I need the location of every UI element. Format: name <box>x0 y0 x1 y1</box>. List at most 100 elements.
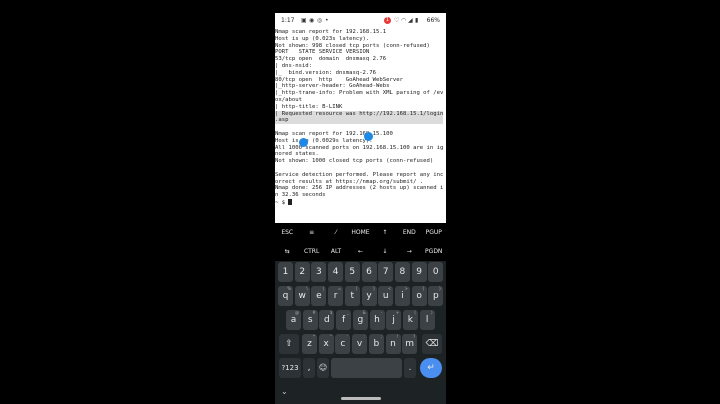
letter-key[interactable]: y] <box>361 286 377 306</box>
key-label: w <box>298 291 306 301</box>
key-label: u <box>382 291 389 301</box>
key-label: l <box>425 315 429 325</box>
touch-indicator <box>299 138 308 147</box>
extra-key[interactable]: HOME <box>348 223 372 242</box>
letter-key[interactable]: j + <box>386 310 402 330</box>
letter-key[interactable]: v: <box>352 334 368 354</box>
key-hint: " <box>329 334 332 339</box>
emoji-key[interactable]: ☺ <box>317 358 329 378</box>
notification-icon: ▣ <box>301 17 307 24</box>
letter-key[interactable]: b; <box>368 334 384 354</box>
number-key[interactable]: 8 <box>394 262 410 282</box>
key-hint: < <box>387 286 392 291</box>
letter-key[interactable]: w \ <box>294 286 310 306</box>
letter-key[interactable]: z * <box>302 334 317 354</box>
terminal-view[interactable]: Nmap scan report for 192.168.15.1 Host is… <box>275 29 446 223</box>
letter-key[interactable]: l) <box>419 310 435 330</box>
key-label: s <box>307 315 313 325</box>
extra-key[interactable]: ALT <box>324 242 348 261</box>
letter-key[interactable]: i > <box>394 286 410 306</box>
key-hint: ' <box>347 334 349 339</box>
collapse-keyboard-icon[interactable]: ⌄ <box>281 387 288 396</box>
letter-key[interactable]: u < <box>378 286 394 306</box>
key-hint: - <box>381 310 383 315</box>
number-key[interactable]: 9 <box>411 262 427 282</box>
key-hint: $ <box>329 310 333 315</box>
key-label: 8 <box>399 267 406 277</box>
dot-icon: • <box>325 17 329 24</box>
letter-key[interactable]: t[ <box>344 286 360 306</box>
terminal-line: | http-title: B-LINK <box>275 103 343 110</box>
terminal-line: Service detection performed. Please repo… <box>275 171 444 178</box>
key-label: y <box>366 291 372 301</box>
key-hint: * <box>313 334 315 339</box>
status-time: 1:17 <box>281 17 295 24</box>
key-hint: # <box>312 310 316 315</box>
enter-key[interactable]: ↵ <box>420 358 442 378</box>
backspace-key[interactable]: ⌫ <box>422 334 442 354</box>
key-label: f <box>342 315 346 325</box>
letter-key[interactable]: d $ <box>319 310 335 330</box>
letter-key[interactable]: r = <box>328 286 344 306</box>
extra-key[interactable]: PGUP <box>422 223 446 242</box>
letter-key[interactable]: e | <box>311 286 327 306</box>
letter-key[interactable]: a @ <box>286 310 301 330</box>
extra-key[interactable]: ⁄ <box>324 223 348 242</box>
key-hint: \ <box>306 286 308 291</box>
terminal-line: 80/tcp open http GoAhead WebServer <box>275 76 403 83</box>
extra-key[interactable]: END <box>397 223 421 242</box>
extra-key[interactable]: CTRL <box>299 242 323 261</box>
letter-key[interactable]: g & <box>352 310 368 330</box>
key-label: 5 <box>349 267 356 277</box>
number-key[interactable]: 6 <box>361 262 377 282</box>
key-label: 4 <box>332 267 339 277</box>
extra-key[interactable]: ← <box>348 242 372 261</box>
letter-key[interactable]: x " <box>318 334 334 354</box>
terminal-line: |_http-trane-info: Problem with XML pars… <box>275 90 444 97</box>
letter-key[interactable]: f _ <box>336 310 352 330</box>
letter-key[interactable]: s # <box>302 310 318 330</box>
key-hint: | <box>323 286 325 291</box>
letter-key[interactable]: m? <box>402 334 418 354</box>
shift-key[interactable]: ⇧ <box>279 334 299 354</box>
whatsapp-icon: ◎ <box>317 17 323 24</box>
extra-key[interactable]: ≡ <box>299 223 323 242</box>
comma-key[interactable]: , <box>303 358 315 378</box>
key-label: t <box>350 291 355 301</box>
key-label: x <box>323 339 329 349</box>
key-label: e <box>316 291 322 301</box>
letter-key[interactable]: h- <box>369 310 385 330</box>
key-hint: & <box>362 310 366 315</box>
terminal-line: |_ bind.version: dnsmasq-2.76 <box>275 69 377 76</box>
letter-key[interactable]: o{ <box>411 286 427 306</box>
key-hint: = <box>337 286 342 291</box>
extra-key[interactable]: ↑ <box>373 223 397 242</box>
key-hint: } <box>438 286 442 291</box>
key-label: h <box>374 315 380 325</box>
period-key[interactable]: . <box>404 358 416 378</box>
symbols-key[interactable]: ?123 <box>279 358 301 378</box>
extra-key[interactable]: ESC <box>275 223 299 242</box>
number-key[interactable]: 5 <box>344 262 360 282</box>
number-key[interactable]: 1 <box>278 262 293 282</box>
letter-key[interactable]: k( <box>402 310 418 330</box>
space-key[interactable] <box>331 358 402 378</box>
extra-key[interactable]: ⇆ <box>275 242 299 261</box>
number-key[interactable]: 0 <box>428 262 444 282</box>
terminal-line: n 32.36 seconds <box>275 192 326 199</box>
key-label: 6 <box>366 267 372 277</box>
number-key[interactable]: 4 <box>328 262 344 282</box>
number-key[interactable]: 3 <box>311 262 327 282</box>
extra-key[interactable]: → <box>397 242 421 261</box>
extra-key[interactable]: ↓ <box>373 242 397 261</box>
letter-key[interactable]: q% <box>278 286 293 306</box>
letter-key[interactable]: n! <box>385 334 401 354</box>
letter-key[interactable]: p} <box>428 286 444 306</box>
phone-screen: 1:17 ▣ ◉ ◎ • 1 ♡ ◠ ◢ ▮ 66% Nmap scan rep… <box>275 13 446 404</box>
extra-key[interactable]: PGDN <box>422 242 446 261</box>
key-label: 1 <box>282 267 289 277</box>
letter-key[interactable]: c ' <box>335 334 351 354</box>
number-key[interactable]: 2 <box>294 262 310 282</box>
number-key[interactable]: 7 <box>378 262 394 282</box>
